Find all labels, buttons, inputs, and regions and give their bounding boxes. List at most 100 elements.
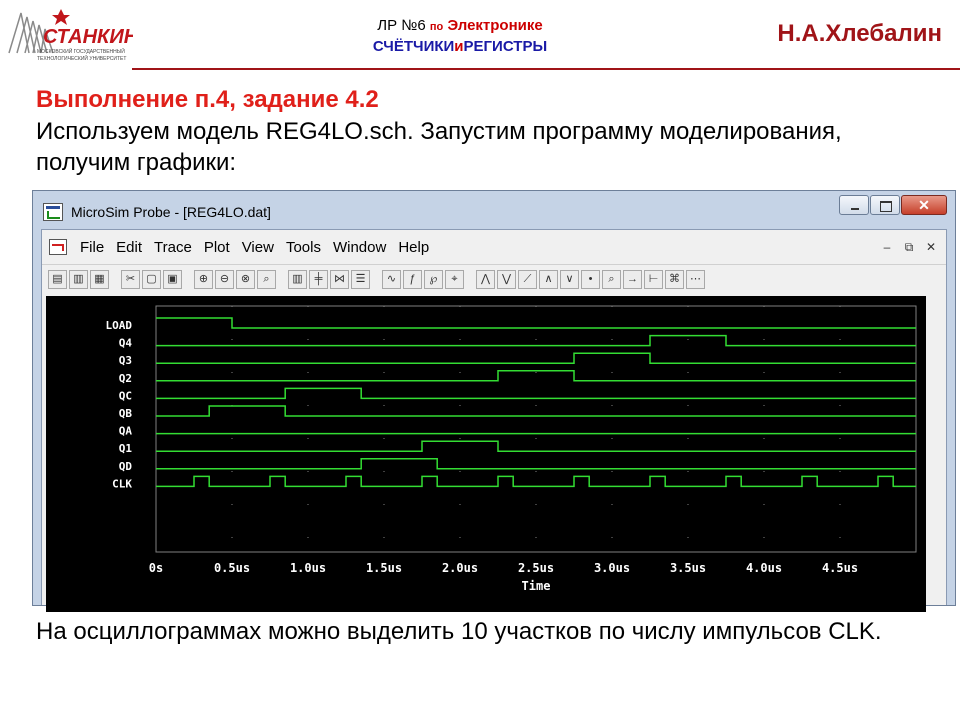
menu-trace[interactable]: Trace	[148, 239, 198, 256]
label-icon[interactable]: ⌘	[665, 270, 684, 289]
x-tick-label: 0.5us	[214, 561, 250, 575]
cursor-peak-icon[interactable]: ⋀	[476, 270, 495, 289]
trace-q4	[156, 334, 916, 347]
print-icon[interactable]: ▦	[90, 270, 109, 289]
header-topic-and: и	[454, 38, 464, 55]
menu-tools[interactable]: Tools	[280, 239, 327, 256]
trace-qb	[156, 405, 916, 417]
x-tick-label: 4.5us	[822, 561, 858, 575]
zoom-fit-icon[interactable]: ⌕	[257, 270, 276, 289]
close-icon: ✕	[918, 197, 930, 213]
trace-label: Q1	[119, 442, 133, 455]
trace-qd	[156, 458, 916, 470]
trace-label: LOAD	[106, 319, 133, 332]
axis-icon[interactable]: ╪	[309, 270, 328, 289]
header-topic-1: СЧЁТЧИКИ	[372, 38, 455, 55]
header-topic-2: РЕГИСТРЫ	[463, 38, 548, 55]
window-titlebar[interactable]: MicroSim Probe - [REG4LO.dat] ✕	[33, 191, 955, 229]
x-tick-label: 3.5us	[670, 561, 706, 575]
menu-bar: File Edit Trace Plot View Tools Window Help – ⧉…	[42, 230, 946, 264]
cursor-trough-icon[interactable]: ⋁	[497, 270, 516, 289]
cursor-point-icon[interactable]: •	[581, 270, 600, 289]
trace-label: QD	[119, 460, 133, 473]
plot-frame	[155, 305, 917, 553]
window-title: MicroSim Probe - [REG4LO.dat]	[71, 204, 271, 220]
x-tick-label: 2.0us	[442, 561, 478, 575]
header-divider	[132, 68, 960, 70]
author-name: Н.А.Хлебалин	[777, 20, 942, 47]
zoom-out-icon[interactable]: ⊖	[215, 270, 234, 289]
cursor-min-icon[interactable]: ∧	[539, 270, 558, 289]
minimize-button[interactable]	[839, 195, 869, 215]
x-tick-label: 2.5us	[518, 561, 554, 575]
menu-window[interactable]: Window	[327, 239, 392, 256]
timing-diagram: 0s 0.5us 1.0us 1.5us 2.0us 2.5us 3.0us 3.5us 4.0…	[106, 305, 917, 593]
x-tick-label: 1.5us	[366, 561, 402, 575]
trace-label: Q4	[119, 337, 133, 350]
trace-label: QB	[119, 407, 133, 420]
eval-icon[interactable]: ƒ	[403, 270, 422, 289]
zoom-area-icon[interactable]: ⊗	[236, 270, 255, 289]
cursor-next-icon[interactable]: →	[623, 270, 642, 289]
cut-icon[interactable]: ✂	[121, 270, 140, 289]
doc-restore-button[interactable]: ⧉	[898, 239, 920, 255]
measure-icon[interactable]: ℘	[424, 270, 443, 289]
menu-plot[interactable]: Plot	[198, 239, 236, 256]
fourier-icon[interactable]: ⋈	[330, 270, 349, 289]
minimize-icon	[851, 208, 859, 210]
maximize-button[interactable]	[870, 195, 900, 215]
cursor-icon[interactable]: ⌖	[445, 270, 464, 289]
menu-file[interactable]: File	[74, 239, 110, 256]
open-icon[interactable]: ▤	[48, 270, 67, 289]
header-lab-number: ЛР №6	[377, 17, 426, 34]
mark-icon[interactable]: ⋯	[686, 270, 705, 289]
probe-app-icon[interactable]	[43, 203, 63, 221]
menu-help[interactable]: Help	[392, 239, 435, 256]
header-po: по	[429, 21, 444, 33]
toolbar: ▤ ▥ ▦ ✂ ▢ ▣ ⊕ ⊖ ⊗ ⌕ ▥ ╪ ⋈ ☰ ∿ ƒ ℘ ⌖ ⋀ ⋁ ⟋ ∧ ∨ • ⌕ → ⊢ ⌘ ⋯	[42, 264, 946, 295]
trace-q1	[156, 440, 916, 452]
list-icon[interactable]: ☰	[351, 270, 370, 289]
logo-subtitle-2: ТЕХНОЛОГИЧЕСКИЙ УНИВЕРСИТЕТ	[37, 54, 126, 62]
menu-view[interactable]: View	[236, 239, 280, 256]
add-trace-icon[interactable]: ∿	[382, 270, 401, 289]
open-folder-icon[interactable]: ▥	[69, 270, 88, 289]
trace-label: QC	[119, 389, 132, 402]
x-tick-label: 4.0us	[746, 561, 782, 575]
header-subject: Электронике	[447, 17, 543, 34]
cursor-search-icon[interactable]: ⌕	[602, 270, 621, 289]
document-frame: File Edit Trace Plot View Tools Window Help – ⧉…	[41, 229, 947, 612]
zoom-in-icon[interactable]: ⊕	[194, 270, 213, 289]
document-icon[interactable]	[49, 239, 67, 255]
x-tick-label: 0s	[149, 561, 163, 575]
slide-title: Выполнение п.4, задание 4.2	[36, 86, 379, 113]
trace-load	[156, 317, 916, 329]
probe-window: MicroSim Probe - [REG4LO.dat] ✕ File Edit…	[32, 190, 956, 612]
trace-clk	[156, 475, 916, 488]
cursor-max-icon[interactable]: ∨	[560, 270, 579, 289]
logo-subtitle-1: МОСКОВСКИЙ ГОСУДАРСТВЕННЫЙ	[37, 47, 125, 55]
trace-label: CLK	[112, 477, 132, 490]
cursor-edge-icon[interactable]: ⊢	[644, 270, 663, 289]
trace-label: Q2	[119, 372, 132, 385]
doc-close-button[interactable]: ✕	[920, 239, 942, 255]
close-button[interactable]: ✕	[901, 195, 947, 215]
header-course-title: ЛР №6 по Электронике СЧЁТЧИКИиРЕГИСТРЫ	[300, 16, 620, 57]
x-tick-label: 3.0us	[594, 561, 630, 575]
slide-footer-text: На осциллограммах можно выделить 10 учас…	[36, 618, 882, 645]
logo-name: СТАНКИН	[43, 26, 133, 48]
bars-icon[interactable]: ▥	[288, 270, 307, 289]
x-tick-label: 1.0us	[290, 561, 326, 575]
paste-icon[interactable]: ▣	[163, 270, 182, 289]
x-axis-label: Time	[522, 579, 551, 593]
plot-area[interactable]: 0s 0.5us 1.0us 1.5us 2.0us 2.5us 3.0us 3.5us 4.0…	[46, 296, 926, 612]
menu-edit[interactable]: Edit	[110, 239, 148, 256]
slide-intro-text: Используем модель REG4LO.sch. Запустим п…	[36, 118, 842, 176]
trace-qc	[156, 387, 916, 400]
doc-minimize-button[interactable]: –	[876, 239, 898, 255]
stankin-logo: СТАНКИН МОСКОВСКИЙ ГОСУДАРСТВЕННЫЙ ТЕХНО…	[3, 3, 139, 65]
copy-icon[interactable]: ▢	[142, 270, 161, 289]
trace-label: QA	[119, 425, 133, 438]
cursor-slope-icon[interactable]: ⟋	[518, 270, 537, 289]
trace-q3	[156, 352, 916, 364]
